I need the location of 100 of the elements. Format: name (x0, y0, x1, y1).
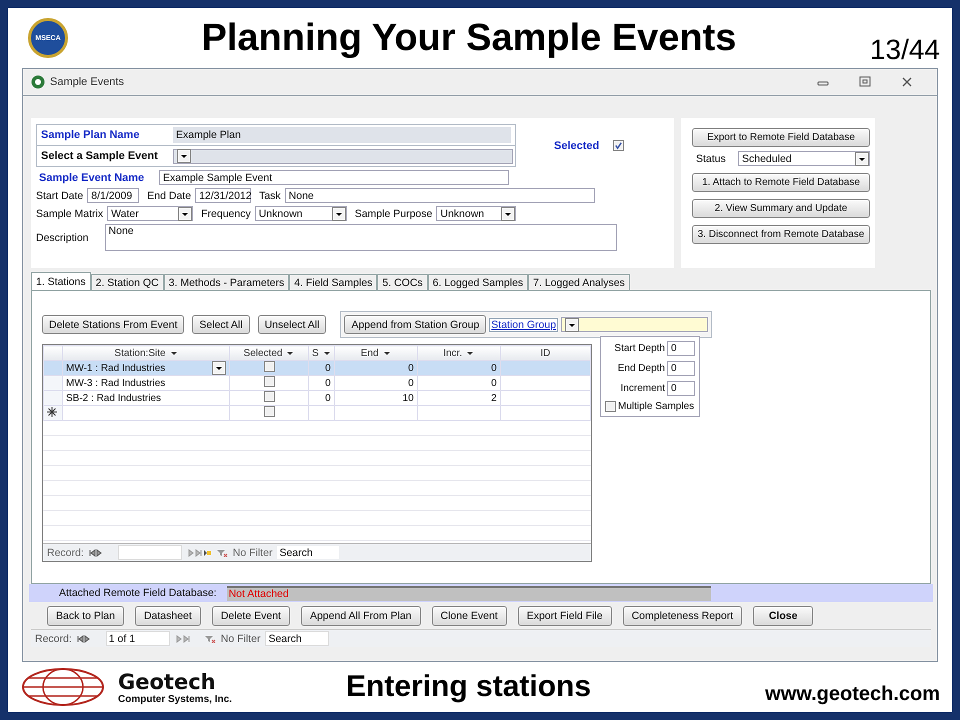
field-label: Sample Event Name (39, 172, 146, 184)
tab[interactable]: 5. COCs (377, 274, 428, 290)
action-button[interactable]: Clone Event (432, 606, 507, 626)
selected-checkbox[interactable] (613, 140, 624, 151)
sort-arrow-icon[interactable] (466, 349, 474, 357)
window-title: Sample Events (50, 76, 125, 88)
table-cell: 2 (491, 392, 497, 404)
action-button[interactable]: Append All From Plan (300, 606, 421, 626)
column-header[interactable]: S (308, 346, 334, 360)
field-label: End Date (147, 190, 192, 202)
grid-row[interactable]: MW-1 : Rad Industries 0 0 0 (44, 360, 590, 376)
column-header[interactable]: End (334, 346, 418, 360)
sort-arrow-icon[interactable] (170, 349, 178, 357)
text-field[interactable]: None (284, 188, 595, 203)
navigation-arrows-icon[interactable] (186, 548, 211, 556)
column-header[interactable]: Incr. (417, 346, 500, 360)
dropdown-field[interactable]: Unknown (436, 206, 516, 221)
table-cell: 0 (491, 362, 497, 374)
field-label: Sample Purpose (354, 208, 432, 220)
table-cell: SB-2 : Rad Industries (66, 392, 162, 404)
grid-row[interactable]: MW-3 : Rad Industries 0 0 0 (44, 376, 590, 390)
field-label: Increment (620, 383, 665, 394)
tab[interactable]: 2. Station QC (90, 274, 164, 290)
dropdown-field[interactable]: Unknown (254, 206, 347, 221)
tab[interactable]: 4. Field Samples (289, 274, 378, 290)
action-button[interactable]: Export Field File (518, 606, 612, 626)
filter-status[interactable]: No Filter (232, 546, 272, 558)
remote-action-button[interactable]: 1. Attach to Remote Field Database (692, 173, 870, 192)
station-action-button[interactable]: Select All (192, 315, 250, 334)
search-field[interactable]: Search (277, 546, 340, 559)
station-action-button[interactable]: Delete Stations From Event (42, 315, 184, 334)
table-cell: 0 (325, 392, 331, 404)
depth-field[interactable]: 0 (667, 381, 695, 396)
status-label: Status (695, 152, 727, 164)
filter-status[interactable]: No Filter (220, 632, 260, 644)
station-action-button[interactable]: Unselect All (258, 315, 326, 334)
record-label: Record: (35, 632, 72, 644)
filter-icon[interactable] (216, 548, 228, 556)
search-field[interactable]: Search (265, 631, 330, 646)
table-cell: 10 (402, 392, 414, 404)
slide-number: 13/44 (870, 34, 940, 67)
tab[interactable]: 7. Logged Analyses (528, 274, 630, 290)
tab[interactable]: 6. Logged Samples (428, 274, 528, 290)
attached-label: Attached Remote Field Database: (59, 587, 217, 599)
event-name-field[interactable]: Example Sample Event (159, 170, 509, 185)
tab[interactable]: 1. Stations (31, 272, 91, 290)
description-field[interactable]: None (104, 224, 617, 251)
field-label: End Depth (618, 363, 665, 374)
website-url: www.geotech.com (765, 683, 940, 707)
status-dropdown[interactable]: Scheduled (738, 151, 870, 166)
table-cell: MW-1 : Rad Industries (66, 362, 166, 374)
export-button[interactable]: Export to Remote Field Database (692, 128, 870, 147)
field-label: Frequency (201, 208, 251, 220)
field-label: Task (259, 190, 281, 202)
tab[interactable]: 3. Methods - Parameters (164, 274, 290, 290)
depth-field[interactable]: 0 (667, 341, 695, 356)
checkbox-label: Multiple Samples (618, 401, 694, 412)
action-button[interactable]: Delete Event (212, 606, 290, 626)
maximize-icon[interactable] (858, 76, 872, 88)
grid-row[interactable]: SB-2 : Rad Industries 0 10 2 (44, 390, 590, 406)
remote-action-button[interactable]: 2. View Summary and Update (692, 199, 870, 218)
action-button[interactable]: Datasheet (134, 606, 201, 626)
new-record-icon (47, 406, 57, 416)
column-header[interactable]: Station:Site (62, 346, 230, 360)
checkbox[interactable] (264, 361, 274, 372)
station-group-link[interactable]: Station Group (489, 318, 558, 332)
checkbox[interactable] (264, 406, 274, 417)
action-button[interactable]: Back to Plan (47, 606, 124, 626)
column-header[interactable]: Selected (230, 346, 308, 360)
multiple-samples-checkbox[interactable] (605, 401, 616, 412)
record-position-field[interactable] (118, 545, 182, 560)
table-cell: 0 (408, 362, 414, 374)
action-button[interactable]: Completeness Report (622, 606, 742, 626)
checkbox[interactable] (264, 376, 274, 387)
record-position-field[interactable]: 1 of 1 (106, 631, 170, 646)
field-label: Start Depth (614, 343, 665, 354)
field-label: Select a Sample Event (41, 150, 159, 162)
slide-caption: Entering stations (345, 670, 592, 704)
field-label: Sample Matrix (36, 208, 104, 220)
filter-icon[interactable] (204, 634, 216, 642)
close-icon[interactable] (900, 76, 914, 88)
selected-label: Selected (554, 140, 600, 152)
append-button[interactable]: Append from Station Group (344, 315, 486, 334)
depth-field[interactable]: 0 (667, 361, 695, 376)
checkbox[interactable] (264, 391, 274, 402)
attached-status-field: Not Attached (226, 586, 711, 600)
table-cell: 0 (325, 378, 331, 388)
sort-arrow-icon[interactable] (322, 349, 331, 357)
plan-name-field[interactable]: Example Plan (173, 127, 511, 143)
field-label: Sample Plan Name (41, 129, 140, 141)
remote-action-button[interactable]: 3. Disconnect from Remote Database (692, 225, 870, 244)
text-field[interactable]: 8/1/2009 (87, 188, 140, 203)
text-field[interactable]: 12/31/2012 (195, 188, 252, 203)
sort-arrow-icon[interactable] (286, 349, 294, 357)
sort-arrow-icon[interactable] (382, 349, 391, 357)
app-icon (31, 75, 45, 89)
table-cell: MW-3 : Rad Industries (66, 378, 166, 388)
column-header[interactable]: ID (500, 346, 590, 360)
dropdown-field[interactable]: Water (107, 206, 194, 221)
action-button[interactable]: Close (753, 606, 814, 626)
